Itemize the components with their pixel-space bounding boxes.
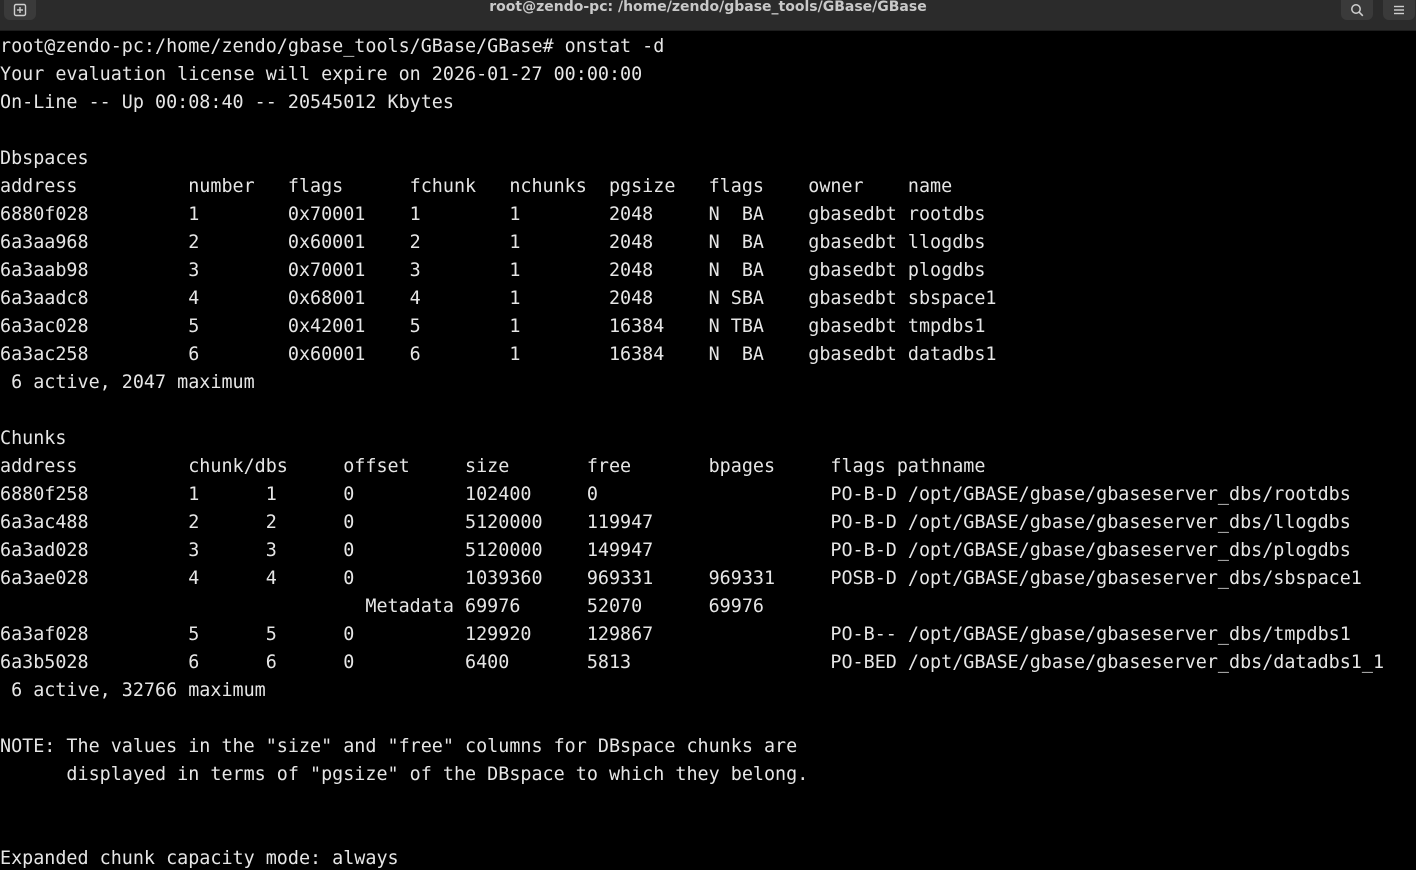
terminal-line: 6a3ac488 2 2 0 5120000 119947 PO-B-D /op… [0,512,1351,533]
terminal-line: 6a3b5028 6 6 0 6400 5813 PO-BED /opt/GBA… [0,652,1385,673]
terminal-line: 6 active, 32766 maximum [0,680,266,701]
terminal-line: 6a3ac028 5 0x42001 5 1 16384 N TBA gbase… [0,316,986,337]
terminal-line: Expanded chunk capacity mode: always [0,848,399,869]
terminal-line: 6880f258 1 1 0 102400 0 PO-B-D /opt/GBAS… [0,484,1351,505]
hamburger-menu-icon [1394,5,1404,15]
terminal-window: root@zendo-pc: /home/zendo/gbase_tools/G… [0,0,1416,870]
terminal-line: 6a3ad028 3 3 0 5120000 149947 PO-B-D /op… [0,540,1351,561]
terminal-line: 6a3aa968 2 0x60001 2 1 2048 N BA gbasedb… [0,232,986,253]
terminal-line: 6a3ae028 4 4 0 1039360 969331 969331 POS… [0,568,1362,589]
terminal-line: On-Line -- Up 00:08:40 -- 20545012 Kbyte… [0,92,454,113]
search-button[interactable] [1341,0,1373,20]
terminal-line: Chunks [0,428,67,449]
terminal-line: 6 active, 2047 maximum [0,372,255,393]
window-title: root@zendo-pc: /home/zendo/gbase_tools/G… [489,0,927,15]
terminal-output[interactable]: root@zendo-pc:/home/zendo/gbase_tools/GB… [0,33,1416,870]
terminal-line: 6a3aadc8 4 0x68001 4 1 2048 N SBA gbased… [0,288,997,309]
terminal-line: 6a3af028 5 5 0 129920 129867 PO-B-- /opt… [0,624,1351,645]
terminal-line: 6a3aab98 3 0x70001 3 1 2048 N BA gbasedb… [0,260,986,281]
search-icon [1351,4,1364,17]
terminal-line: displayed in terms of "pgsize" of the DB… [0,764,809,785]
terminal-line: Your evaluation license will expire on 2… [0,64,643,85]
terminal-line: address chunk/dbs offset size free bpage… [0,456,986,477]
terminal-line: 6a3ac258 6 0x60001 6 1 16384 N BA gbased… [0,344,997,365]
title-bar: root@zendo-pc: /home/zendo/gbase_tools/G… [0,0,1416,31]
menu-button[interactable] [1383,0,1415,20]
terminal-line: address number flags fchunk nchunks pgsi… [0,176,953,197]
terminal-line: 6880f028 1 0x70001 1 1 2048 N BA gbasedb… [0,204,986,225]
terminal-line: Dbspaces [0,148,89,169]
terminal-line: Metadata 69976 52070 69976 [0,596,764,617]
terminal-line: root@zendo-pc:/home/zendo/gbase_tools/GB… [0,36,665,57]
terminal-line: NOTE: The values in the "size" and "free… [0,736,798,757]
